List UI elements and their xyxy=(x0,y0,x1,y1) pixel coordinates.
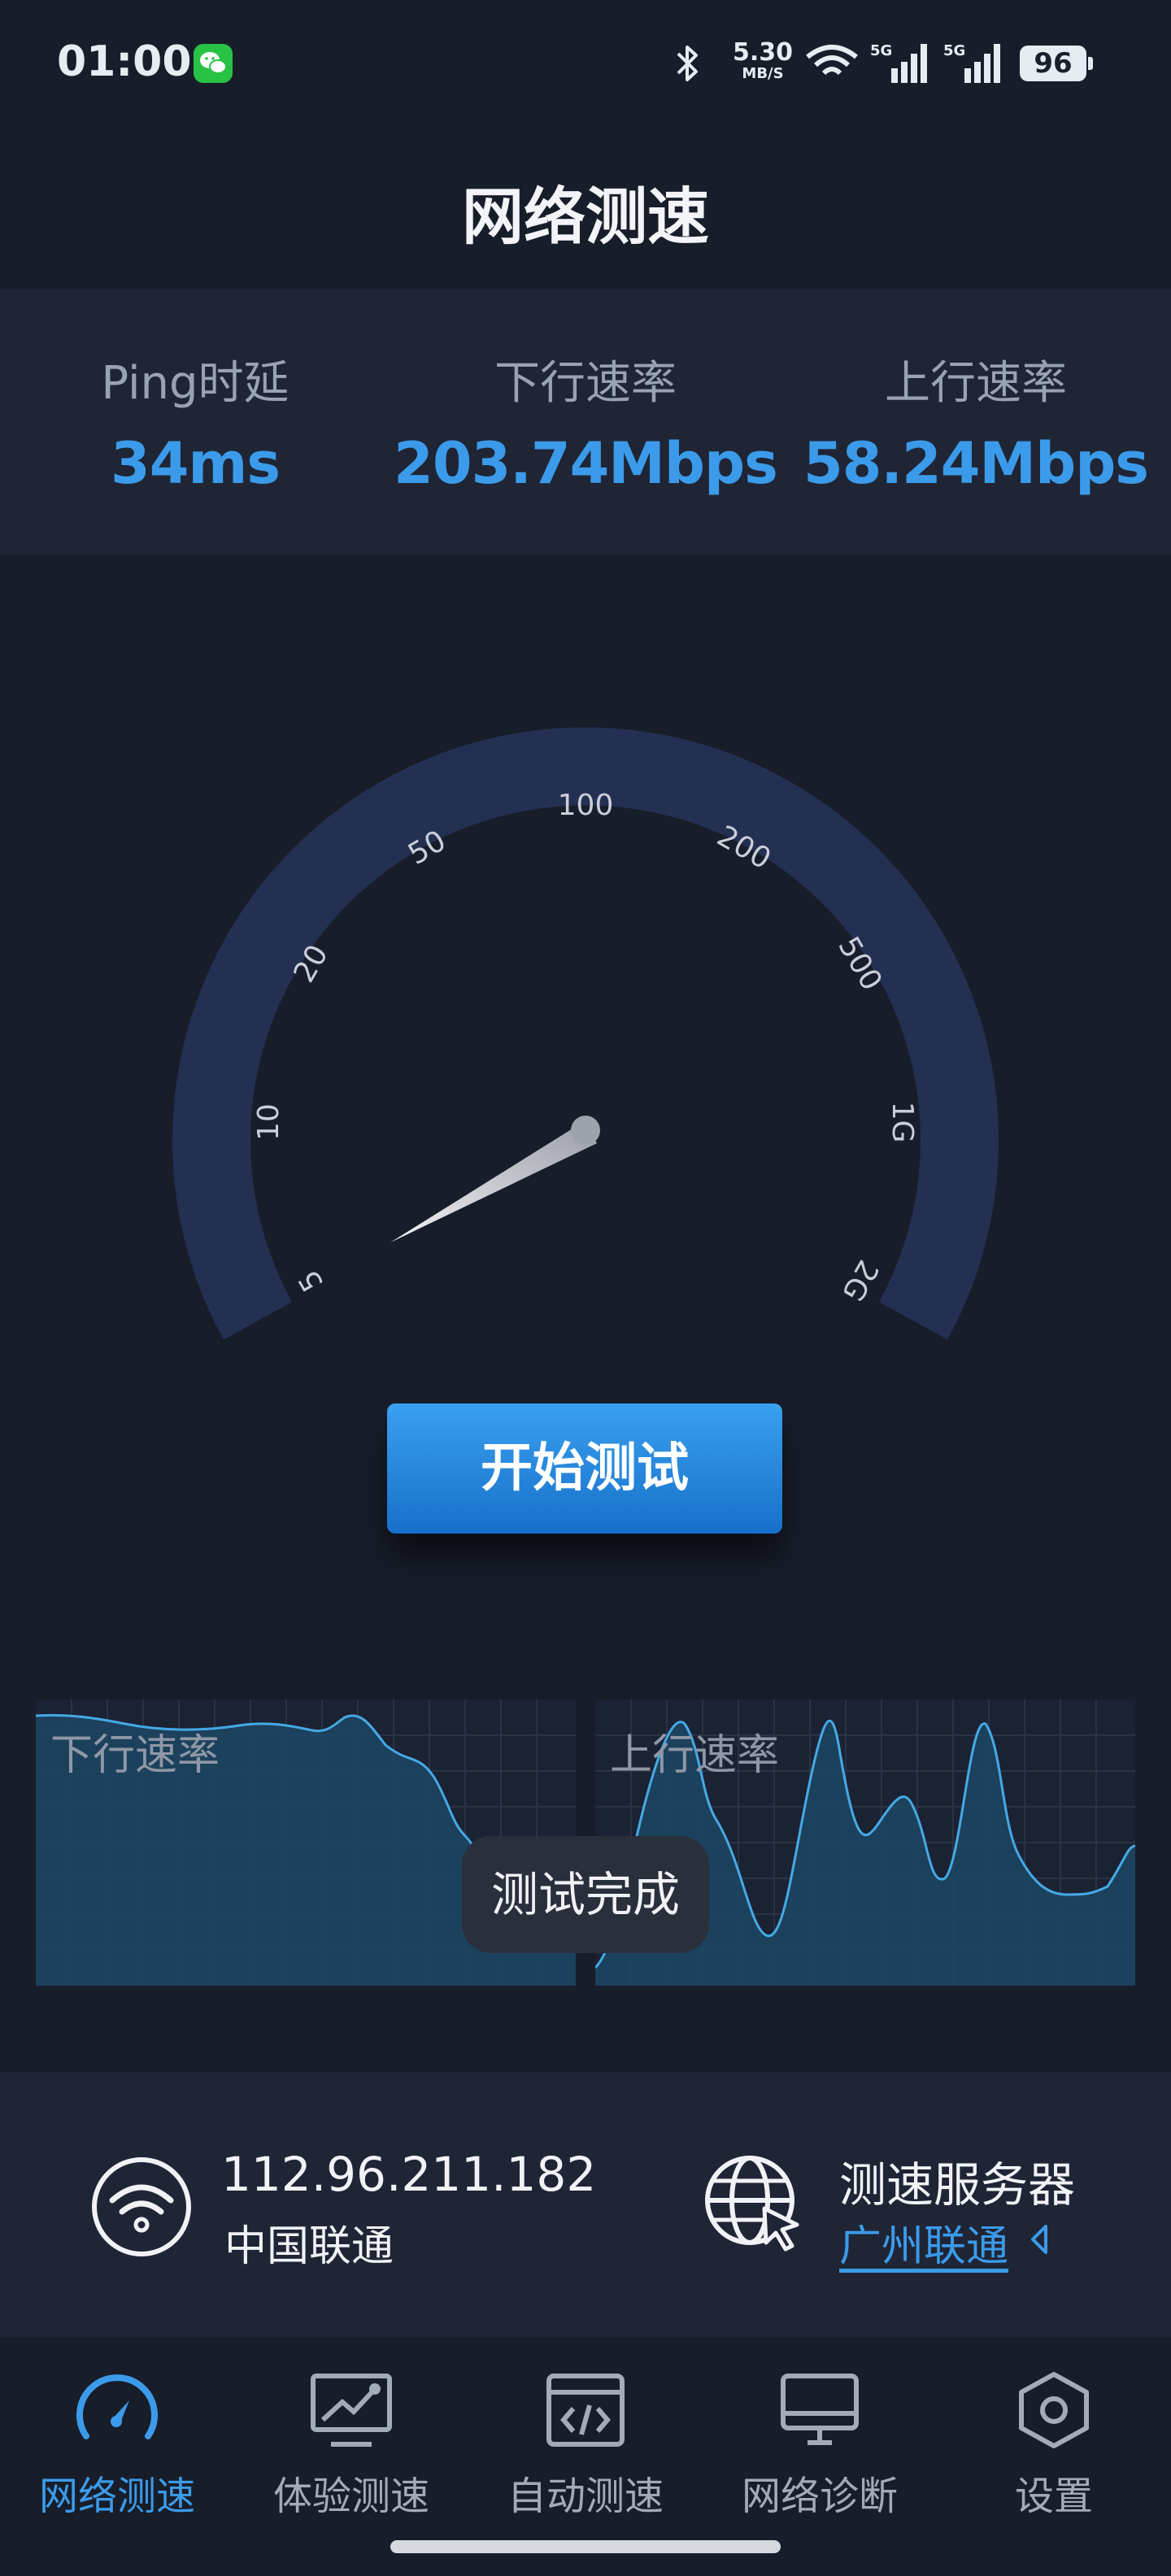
download-stat: 下行速率 203.74Mbps xyxy=(390,346,781,497)
upload-value: 58.24Mbps xyxy=(803,430,1149,497)
speedometer-icon xyxy=(76,2374,158,2439)
download-chart-label: 下行速率 xyxy=(50,1731,220,1780)
wechat-icon xyxy=(194,44,233,83)
status-time: 01:00 xyxy=(57,37,192,86)
status-bar: 01:00 5.30 MB/S 5G 5G 96 xyxy=(0,0,1171,122)
gauge-needle xyxy=(390,1120,597,1242)
svg-text:5G: 5G xyxy=(943,42,965,59)
network-info-panel: 112.96.211.182 中国联通 测速服务器 广州联通 xyxy=(0,2072,1171,2337)
nav-item-experience-speed[interactable]: 体验测速 xyxy=(234,2361,468,2521)
gauge-tick-label: 100 xyxy=(558,789,614,822)
download-label: 下行速率 xyxy=(494,357,677,410)
gauge-tick-label: 1G xyxy=(886,1102,919,1143)
nav-item-network-speed[interactable]: 网络测速 xyxy=(0,2361,234,2521)
gauge-arc xyxy=(172,727,999,1340)
network-speed-indicator: 5.30 MB/S xyxy=(732,38,794,82)
start-test-button[interactable]: 开始测试 xyxy=(387,1403,782,1534)
stats-panel: Ping时延 34ms 下行速率 203.74Mbps 上行速率 58.24Mb… xyxy=(0,289,1171,555)
globe-cursor-icon xyxy=(705,2156,799,2252)
battery-icon: 96 xyxy=(1020,46,1093,81)
wifi-icon xyxy=(92,2157,191,2256)
upload-chart-label: 上行速率 xyxy=(610,1731,780,1780)
page-title: 网络测速 xyxy=(462,181,709,253)
settings-hexagon-icon xyxy=(1019,2372,1089,2448)
code-window-icon xyxy=(546,2374,625,2447)
ping-label: Ping时延 xyxy=(101,357,289,410)
gauge-needle-hub xyxy=(571,1116,600,1145)
gauge-tick-label: 10 xyxy=(252,1103,285,1141)
caret-left-icon[interactable] xyxy=(1030,2223,1049,2256)
nav-item-settings[interactable]: 设置 xyxy=(937,2361,1171,2521)
home-indicator[interactable] xyxy=(390,2540,781,2553)
ping-value: 34ms xyxy=(110,430,281,497)
ping-stat: Ping时延 34ms xyxy=(0,346,390,497)
gauge-tick-label: 2G xyxy=(835,1254,885,1307)
monitor-chart-icon xyxy=(311,2374,392,2447)
gauge-tick-label: 5 xyxy=(292,1264,330,1297)
desktop-icon xyxy=(781,2374,859,2445)
ip-address: 112.96.211.182 xyxy=(221,2147,597,2202)
speed-gauge: 051020501002005001G2G5G xyxy=(172,727,999,1340)
download-value: 203.74Mbps xyxy=(394,430,778,497)
wifi-icon xyxy=(806,45,858,76)
test-complete-toast: 测试完成 xyxy=(462,1836,709,1953)
nav-item-network-diagnosis[interactable]: 网络诊断 xyxy=(703,2361,937,2521)
5g-signal-icon: 5G xyxy=(870,42,927,83)
nav-item-auto-speed[interactable]: 自动测速 xyxy=(468,2361,703,2521)
upload-stat: 上行速率 58.24Mbps xyxy=(781,346,1171,497)
server-label: 测速服务器 xyxy=(839,2157,1076,2213)
isp-name: 中国联通 xyxy=(224,2222,394,2271)
svg-text:5G: 5G xyxy=(870,42,892,59)
upload-label: 上行速率 xyxy=(885,357,1067,410)
5g-signal-icon: 5G xyxy=(943,42,1000,83)
bluetooth-icon xyxy=(677,46,698,81)
server-name-link[interactable]: 广州联通 xyxy=(839,2212,1008,2273)
